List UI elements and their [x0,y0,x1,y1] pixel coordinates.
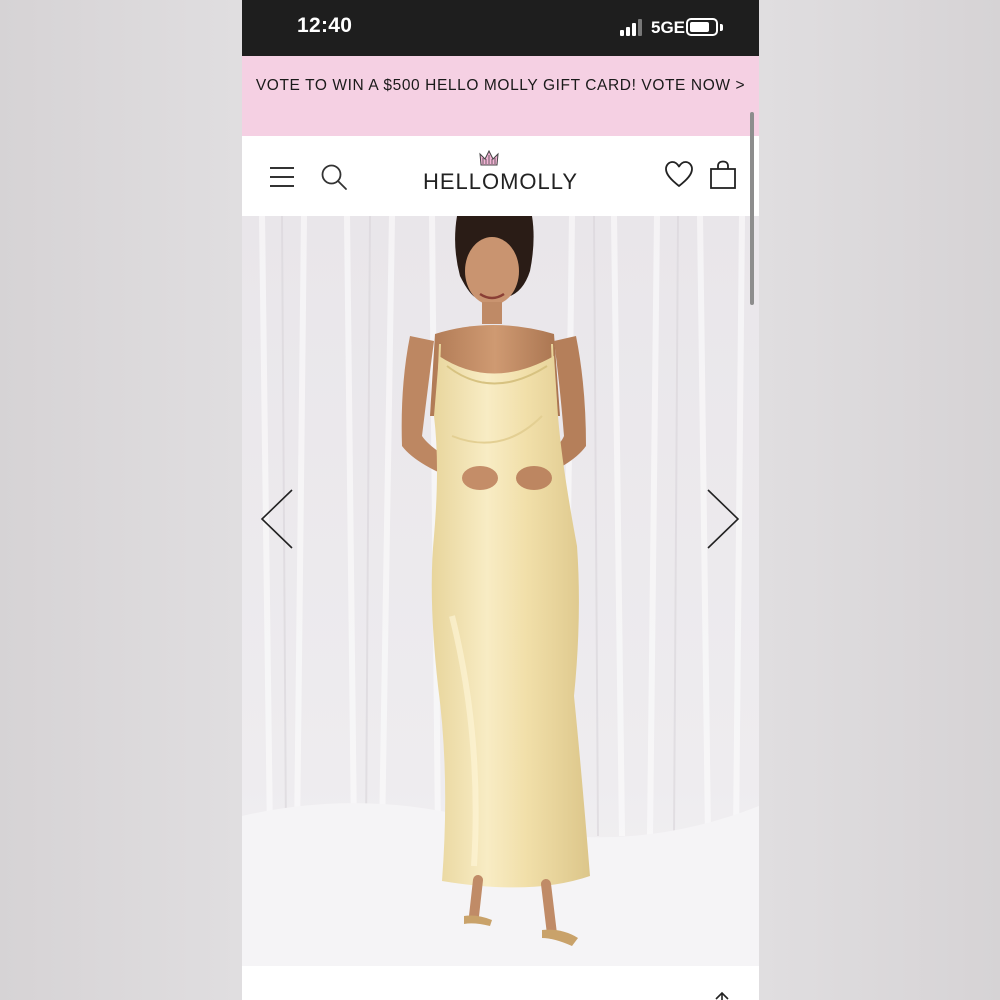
crown-icon [479,149,499,166]
product-image [242,216,759,966]
product-gallery[interactable] [242,216,759,966]
signal-icon [620,19,642,36]
scrollbar[interactable] [750,112,754,305]
network-type: 5GE [651,18,686,37]
search-icon[interactable] [320,163,348,191]
share-icon[interactable] [712,990,732,1000]
battery-fill [690,22,709,32]
background-blur-right [759,0,1000,1000]
logo[interactable]: HELLOMOLLY [418,148,583,204]
site-header: HELLOMOLLY [242,136,759,216]
status-time: 12:40 [297,14,353,37]
heart-icon[interactable] [664,160,694,188]
bottom-bar [242,966,759,1000]
promo-text[interactable]: VOTE TO WIN A $500 HELLO MOLLY GIFT CARD… [242,56,759,98]
bag-icon[interactable] [709,160,737,190]
battery-icon [686,18,718,36]
menu-icon[interactable] [270,167,294,187]
phone-screen: 12:40 5GE VOTE TO WIN A $500 HELLO MOLLY… [242,0,759,1000]
status-bar: 12:40 5GE [242,0,759,56]
background-blur-left [0,0,242,1000]
chevron-left-icon[interactable] [256,486,296,552]
logo-text: HELLOMOLLY [422,169,579,194]
chevron-right-icon[interactable] [704,486,744,552]
promo-banner[interactable]: VOTE TO WIN A $500 HELLO MOLLY GIFT CARD… [242,56,759,136]
battery-tip [720,24,723,31]
